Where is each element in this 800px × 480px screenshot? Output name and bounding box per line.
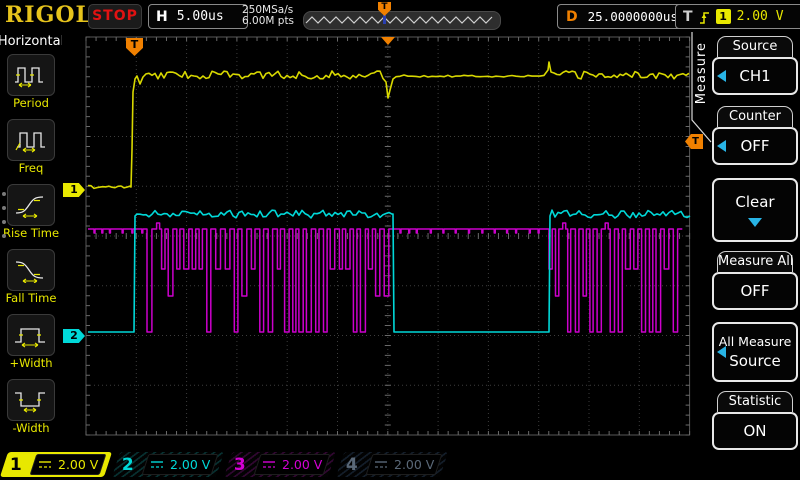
menu-item-label: Fall Time: [6, 292, 57, 304]
statistic-value: ON: [743, 422, 766, 440]
left-softkey-menu: Horizontal Period Freq Rise Tim: [0, 32, 62, 450]
channel-scale: 2.00 V: [58, 457, 98, 472]
channel-number: 2: [116, 455, 140, 475]
horizontal-scale-box[interactable]: H 5.00us: [148, 4, 248, 29]
waveform-display: 1 2 T: [62, 32, 692, 450]
delay-center-marker: [381, 37, 395, 45]
channel-status-bar: 1 2.00 V 2 2.00 V 3 2.00 V 4 2.00 V: [0, 450, 800, 480]
menu-item-plus-width[interactable]: +Width: [7, 314, 55, 369]
menu-item-label: -Width: [12, 422, 49, 434]
trigger-info-box[interactable]: T 1 2.00 V: [675, 4, 800, 29]
softkey-clear[interactable]: Clear: [712, 178, 798, 242]
softkey-statistic[interactable]: Statistic ON: [712, 391, 798, 450]
window-position-tick: [383, 15, 386, 24]
dc-coupling-icon: [262, 460, 276, 469]
right-softkey-menu: Source CH1 Counter OFF Clear Measure All…: [712, 32, 798, 450]
statistic-header: Statistic: [717, 391, 793, 412]
menu-item-fall-time[interactable]: Fall Time: [6, 249, 57, 304]
run-state-indicator[interactable]: STOP: [88, 4, 142, 29]
preview-wave: [304, 12, 498, 29]
softkey-counter[interactable]: Counter OFF: [712, 106, 798, 165]
freq-icon: [13, 127, 49, 153]
trigger-source-badge: 1: [716, 9, 731, 24]
horizontal-scale-value: 5.00us: [177, 9, 224, 24]
delay-value: 25.0000000us: [588, 9, 678, 24]
measure-all-header: Measure All: [717, 251, 793, 272]
channel-scale: 2.00 V: [394, 457, 434, 472]
left-menu-title: Horizontal: [0, 34, 64, 49]
menu-item-minus-width[interactable]: -Width: [7, 379, 55, 434]
oscilloscope-ui: RIGOL STOP H 5.00us 250MSa/s 6.00M pts T…: [0, 0, 800, 480]
channel-number: 1: [4, 455, 28, 475]
channel2-status[interactable]: 2 2.00 V: [112, 452, 224, 477]
measure-tab-label: Measure: [694, 42, 709, 104]
menu-item-freq[interactable]: Freq: [7, 119, 55, 174]
minus-width-icon: [13, 387, 49, 413]
channel3-status[interactable]: 3 2.00 V: [224, 452, 336, 477]
delay-label: D: [566, 9, 578, 25]
channel-number: 3: [228, 455, 252, 475]
counter-header: Counter: [717, 106, 793, 127]
measure-all-value: OFF: [740, 282, 769, 300]
rigol-logo: RIGOL: [5, 2, 92, 28]
delay-readout-box[interactable]: D 25.0000000us: [557, 4, 687, 29]
channel-number: 4: [340, 455, 364, 475]
dc-coupling-icon: [150, 460, 164, 469]
memory-depth: 6.00M pts: [242, 16, 294, 27]
rising-edge-icon: [699, 9, 710, 25]
source-value: CH1: [739, 67, 770, 85]
horizontal-label: H: [156, 9, 168, 25]
channel4-status[interactable]: 4 2.00 V: [336, 452, 448, 477]
chevron-left-icon: [717, 140, 726, 152]
channel-scale: 2.00 V: [170, 457, 210, 472]
all-measure-line2: Source: [729, 352, 781, 370]
dc-coupling-icon: [38, 460, 52, 469]
rise-time-icon: [13, 192, 49, 218]
menu-item-label: +Width: [9, 357, 52, 369]
dc-coupling-icon: [374, 460, 388, 469]
chevron-down-icon: [748, 218, 762, 227]
left-menu-scroll-dots: [2, 192, 6, 238]
menu-item-label: Period: [13, 97, 49, 109]
fall-time-icon: [13, 257, 49, 283]
chevron-left-icon: [717, 346, 726, 358]
all-measure-line1: All Measure: [719, 334, 792, 349]
menu-item-label: Rise Time: [3, 227, 59, 239]
graticule-and-traces: [62, 32, 692, 450]
menu-item-period[interactable]: Period: [7, 54, 55, 109]
channel1-status[interactable]: 1 2.00 V: [0, 452, 112, 477]
chevron-left-icon: [717, 70, 726, 82]
menu-item-label: Freq: [19, 162, 44, 174]
softkey-measure-all[interactable]: Measure All OFF: [712, 251, 798, 310]
source-header: Source: [717, 36, 793, 57]
clear-label: Clear: [714, 193, 796, 211]
trigger-label: T: [683, 9, 693, 25]
softkey-source[interactable]: Source CH1: [712, 36, 798, 95]
plus-width-icon: [13, 322, 49, 348]
memory-waveform-preview[interactable]: T: [303, 11, 501, 30]
menu-item-rise-time[interactable]: Rise Time: [3, 184, 59, 239]
channel-scale: 2.00 V: [282, 457, 322, 472]
top-status-bar: RIGOL STOP H 5.00us 250MSa/s 6.00M pts T…: [0, 0, 800, 32]
counter-value: OFF: [740, 137, 769, 155]
period-icon: [13, 62, 49, 88]
softkey-all-measure-source[interactable]: All Measure Source: [712, 322, 798, 382]
trigger-level-value: 2.00 V: [737, 9, 784, 24]
acquisition-info: 250MSa/s 6.00M pts: [242, 5, 294, 27]
